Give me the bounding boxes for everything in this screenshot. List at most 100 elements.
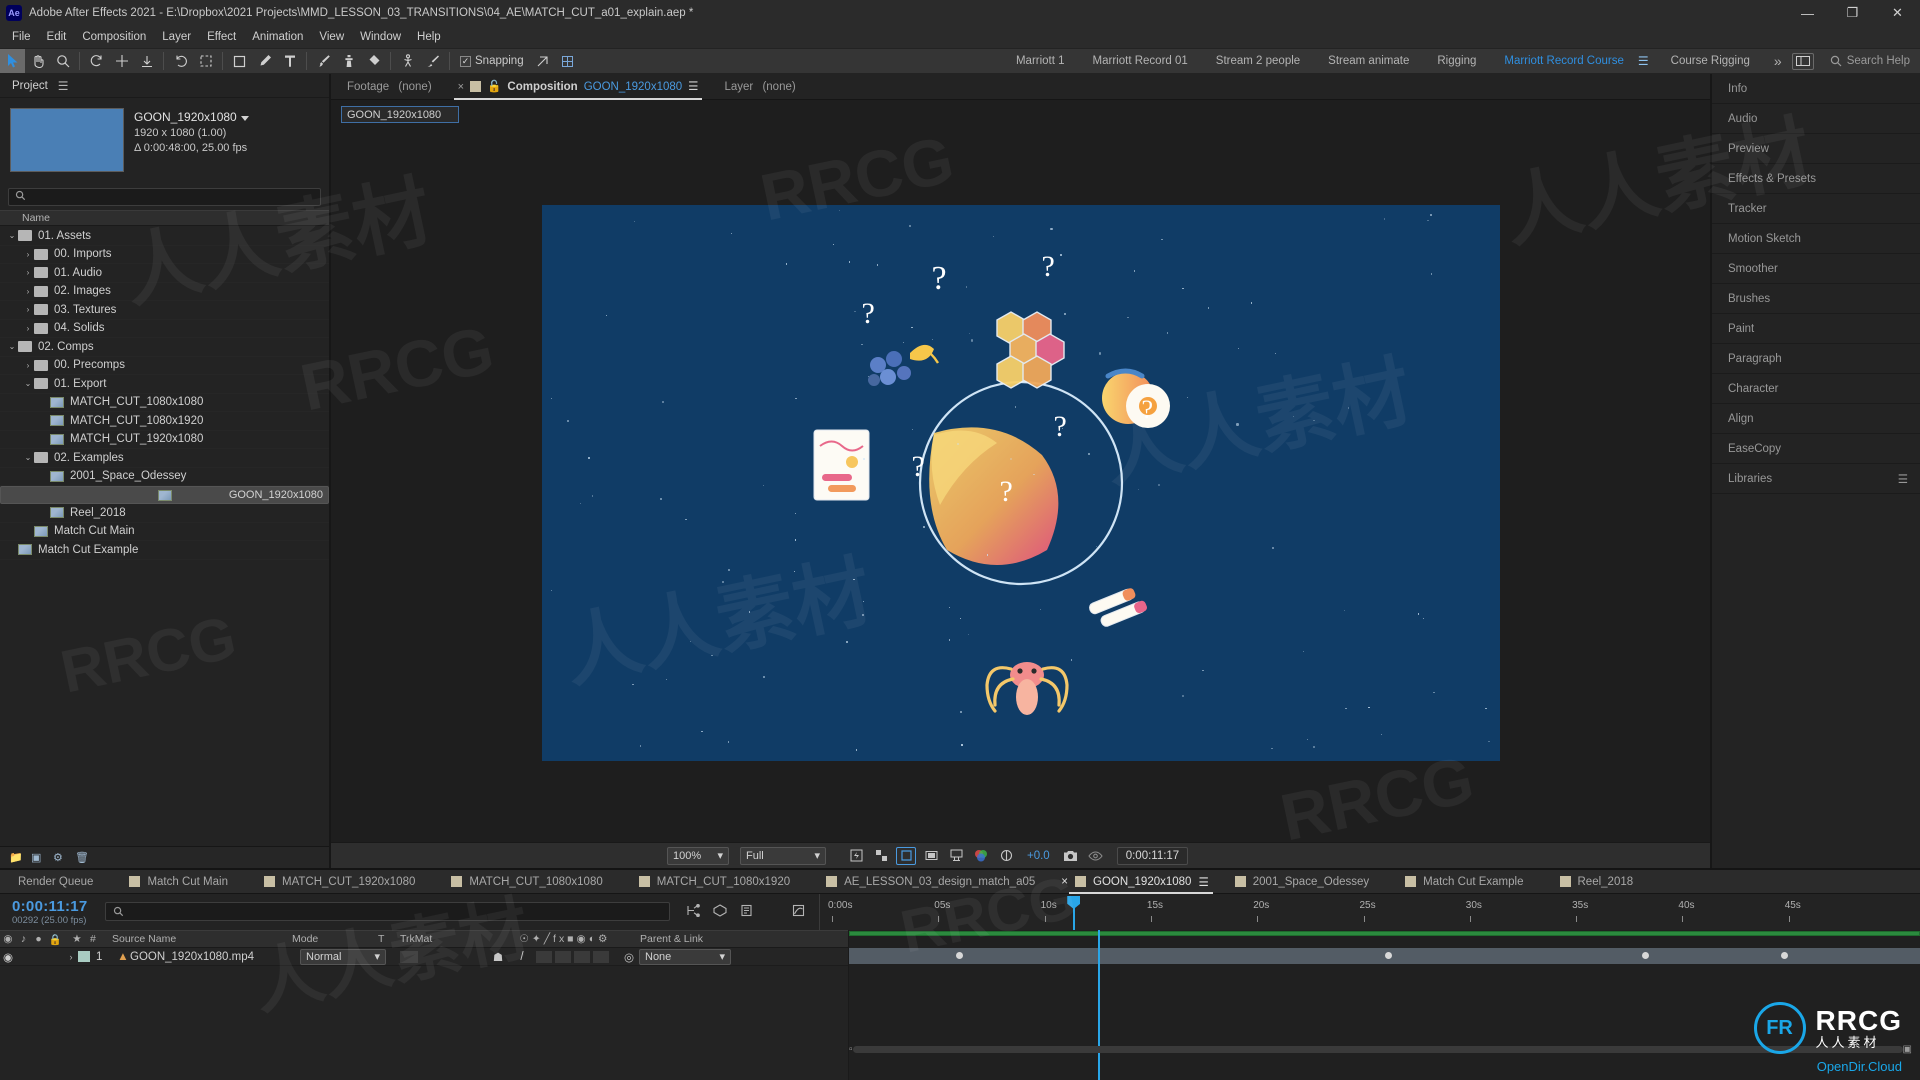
comp-name-field[interactable]: GOON_1920x1080	[341, 106, 459, 123]
project-folder-row[interactable]: ⌄ 01. Assets	[0, 227, 329, 246]
project-comp-row[interactable]: MATCH_CUT_1080x1080	[0, 394, 329, 412]
graph-editor-icon[interactable]	[792, 904, 805, 920]
project-comp-row[interactable]: Match Cut Main	[0, 523, 329, 541]
clone-stamp-tool-icon[interactable]	[336, 49, 361, 73]
disclosure-triangle-icon[interactable]: ›	[22, 268, 34, 277]
panel-menu-icon[interactable]: ☰	[58, 79, 69, 93]
region-of-interest-icon[interactable]	[896, 846, 916, 865]
exposure-value[interactable]: +0.0	[1027, 850, 1050, 862]
panel-menu-icon[interactable]: ☰	[1898, 472, 1908, 486]
right-panel-item-effects-presets[interactable]: Effects & Presets	[1712, 164, 1920, 194]
timeline-tab-ae-lesson-03-design-match-a05[interactable]: AE_LESSON_03_design_match_a05	[808, 870, 1053, 894]
project-folder-row[interactable]: › 01. Audio	[0, 264, 329, 283]
close-icon[interactable]: ×	[458, 74, 464, 100]
disclosure-triangle-icon[interactable]: ⌄	[22, 453, 34, 462]
timeline-tab-match-cut-1080x1080[interactable]: MATCH_CUT_1080x1080	[433, 870, 620, 894]
project-folder-row[interactable]: ⌄ 01. Export	[0, 375, 329, 394]
roto-brush-tool-icon[interactable]	[420, 49, 445, 73]
transparency-grid-icon[interactable]	[871, 847, 891, 865]
right-panel-item-character[interactable]: Character	[1712, 374, 1920, 404]
project-settings-icon[interactable]: ⚙	[53, 852, 66, 864]
disclosure-triangle-icon[interactable]: ›	[22, 250, 34, 259]
search-help-box[interactable]: Search Help	[1822, 55, 1920, 67]
playhead-handle-icon[interactable]	[1067, 896, 1081, 909]
panel-menu-icon[interactable]: ☰	[688, 74, 698, 100]
close-button[interactable]: ✕	[1875, 0, 1920, 26]
snapping-toggle[interactable]: ✓ Snapping	[454, 55, 530, 67]
timeline-tab-reel-2018[interactable]: Reel_2018	[1542, 870, 1652, 894]
workspace-tab-marriott-record-01[interactable]: Marriott Record 01	[1079, 48, 1202, 74]
project-folder-row[interactable]: › 02. Images	[0, 283, 329, 301]
hide-shy-layers-icon[interactable]	[740, 904, 753, 920]
maximize-button[interactable]: ❐	[1830, 0, 1875, 26]
minimize-button[interactable]: —	[1785, 0, 1830, 26]
chevron-down-icon[interactable]	[240, 115, 249, 121]
menu-animation[interactable]: Animation	[244, 29, 311, 45]
comp-timecode[interactable]: 0:00:11:17	[1116, 846, 1189, 865]
timeline-ruler[interactable]: 0:00s 05s 10s 15s 20s 25s 30s 35s 40s 45s	[819, 894, 1920, 930]
timeline-current-time[interactable]: 0:00:11:17 00292 (25.00 fps)	[0, 894, 105, 930]
exposure-reset-icon[interactable]	[996, 847, 1016, 865]
timeline-scrollbar[interactable]	[852, 1045, 1903, 1053]
shape-tool-icon[interactable]	[227, 49, 252, 73]
fast-previews-icon[interactable]	[846, 847, 866, 865]
layer-video-toggle-icon[interactable]: ◉	[0, 950, 16, 964]
menu-help[interactable]: Help	[409, 29, 449, 45]
draft-3d-icon[interactable]	[713, 904, 727, 920]
timeline-search-input[interactable]	[105, 902, 670, 921]
keyframe-marker[interactable]	[1384, 952, 1392, 959]
right-panel-item-paragraph[interactable]: Paragraph	[1712, 344, 1920, 374]
project-folder-row[interactable]: ⌄ 02. Examples	[0, 449, 329, 468]
layer-3d-switch-icon[interactable]: ☗	[488, 950, 508, 964]
right-panel-item-tracker[interactable]: Tracker	[1712, 194, 1920, 224]
timeline-tab-match-cut-1920x1080[interactable]: MATCH_CUT_1920x1080	[246, 870, 433, 894]
right-panel-item-libraries[interactable]: Libraries ☰	[1712, 464, 1920, 494]
proportional-grid-icon[interactable]	[921, 847, 941, 865]
project-comp-row[interactable]: Reel_2018	[0, 504, 329, 523]
workspace-tab-stream-animate[interactable]: Stream animate	[1314, 48, 1423, 74]
timeline-tab-2001-space-odessey[interactable]: 2001_Space_Odessey	[1217, 870, 1387, 894]
disclosure-triangle-icon[interactable]: ›	[22, 324, 34, 333]
project-folder-row[interactable]: › 00. Imports	[0, 246, 329, 264]
right-panel-item-audio[interactable]: Audio	[1712, 104, 1920, 134]
disclosure-triangle-icon[interactable]: ⌄	[22, 379, 34, 388]
playhead-timeline[interactable]	[1097, 930, 1100, 1080]
snap-magnet-icon[interactable]	[530, 49, 555, 73]
disclosure-triangle-icon[interactable]: ›	[22, 305, 34, 314]
zoom-level-select[interactable]: 100% ▾	[667, 846, 729, 865]
right-panel-item-align[interactable]: Align	[1712, 404, 1920, 434]
keyframe-marker[interactable]	[1641, 952, 1649, 959]
project-comp-row[interactable]: MATCH_CUT_1920x1080	[0, 431, 329, 449]
disclosure-triangle-icon[interactable]: ⌄	[6, 342, 18, 351]
timeline-layer-row[interactable]: ◉ › 1 ▲ GOON_1920x1080.mp4 Normal ▾ ☗ / ◎ None ▾	[0, 948, 848, 966]
right-panel-item-paint[interactable]: Paint	[1712, 314, 1920, 344]
rotate-tool-icon[interactable]	[168, 49, 193, 73]
workspace-tab-marriott-record-course[interactable]: Marriott Record Course	[1490, 48, 1638, 74]
panel-menu-icon[interactable]: ☰	[1198, 875, 1208, 889]
show-snapshot-icon[interactable]	[1086, 847, 1106, 865]
snapshot-icon[interactable]	[1061, 847, 1081, 865]
composition-viewer[interactable]: ???????	[331, 123, 1710, 842]
right-panel-item-info[interactable]: Info	[1712, 74, 1920, 104]
right-panel-item-smoother[interactable]: Smoother	[1712, 254, 1920, 284]
project-folder-row[interactable]: › 03. Textures	[0, 301, 329, 320]
unified-camera-tool-icon[interactable]	[109, 49, 134, 73]
workspace-layout-icon[interactable]	[1791, 52, 1814, 70]
right-panel-item-motion-sketch[interactable]: Motion Sketch	[1712, 224, 1920, 254]
timeline-tab-match-cut-example[interactable]: Match Cut Example	[1387, 870, 1541, 894]
menu-edit[interactable]: Edit	[39, 29, 75, 45]
resolution-select[interactable]: Full ▾	[740, 846, 826, 865]
parent-pickwhip-icon[interactable]: ◎	[619, 950, 639, 964]
grid-snap-icon[interactable]	[555, 49, 580, 73]
menu-composition[interactable]: Composition	[74, 29, 154, 45]
project-comp-row[interactable]: Match Cut Example	[0, 541, 329, 560]
menu-file[interactable]: File	[4, 29, 39, 45]
pan-behind-tool-icon[interactable]	[134, 49, 159, 73]
menu-layer[interactable]: Layer	[154, 29, 199, 45]
selection-tool-icon[interactable]	[0, 49, 25, 73]
snapping-checkbox-icon[interactable]: ✓	[460, 55, 471, 67]
pen-tool-icon[interactable]	[252, 49, 277, 73]
new-folder-icon[interactable]: 📁	[9, 852, 23, 864]
right-panel-item-preview[interactable]: Preview	[1712, 134, 1920, 164]
disclosure-triangle-icon[interactable]: ›	[22, 361, 34, 370]
